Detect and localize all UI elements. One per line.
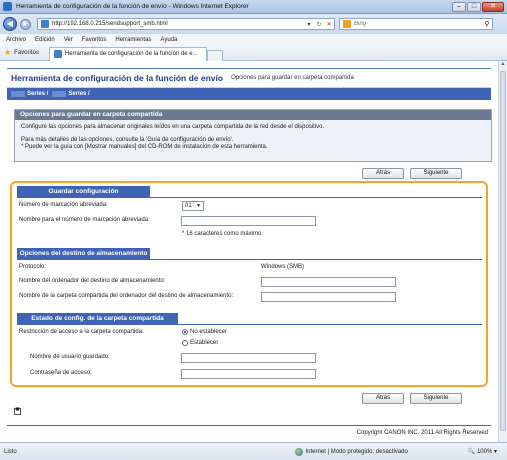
security-zone[interactable]: Internet | Modo protegido: desactivado <box>294 447 408 456</box>
menu-ayuda[interactable]: Ayuda <box>160 37 177 43</box>
dropdown-icon[interactable]: ▾ <box>304 21 314 28</box>
menu-archivo[interactable]: Archivo <box>6 37 26 43</box>
section-divider <box>17 324 482 325</box>
info-line: * Puede ver la guía con [Mostrar manuale… <box>21 144 268 150</box>
zone-text: Internet | Modo protegido: desactivado <box>305 448 408 455</box>
menu-bar: Archivo Edición Ver Favoritos Herramient… <box>0 34 507 45</box>
zoom-level[interactable]: 🔍 100% ▾ <box>468 448 497 455</box>
abbr-dial-select[interactable]: 01 ▼ <box>182 201 204 211</box>
back-nav-button[interactable]: ◀ <box>3 17 17 31</box>
next-button[interactable]: Siguiente <box>410 393 462 404</box>
vertical-scrollbar[interactable]: ▲ <box>498 61 507 442</box>
browser-tab[interactable]: Herramienta de configuración de la funci… <box>48 46 207 61</box>
favorites-button[interactable]: ★ Favoritos <box>4 48 39 57</box>
info-heading: Opciones para guardar en carpeta compart… <box>15 110 491 120</box>
page-icon <box>41 20 49 28</box>
section-divider <box>17 259 482 260</box>
access-restriction-label: Restricción de acceso a la carpeta compa… <box>19 329 144 335</box>
radio-button[interactable] <box>182 340 188 346</box>
globe-icon <box>294 447 303 456</box>
status-bar: Listo Internet | Modo protegido: desacti… <box>0 442 507 460</box>
bing-icon <box>343 20 351 28</box>
protocol-value: Windows (SMB) <box>261 264 305 270</box>
forward-nav-button[interactable]: ▶ <box>20 18 31 30</box>
page-title: Herramienta de configuración de la funci… <box>11 73 224 83</box>
scroll-thumb[interactable] <box>500 71 506 431</box>
computer-name-input[interactable] <box>261 277 396 287</box>
ie-icon <box>3 2 12 11</box>
window-title: Herramienta de configuración de la funci… <box>16 3 249 10</box>
folder-name-input[interactable] <box>261 292 396 302</box>
address-bar: ◀ ▶ http://192.168.0.215/sendsupport_smb… <box>0 14 507 34</box>
info-line: Configure las opciones para almacenar or… <box>21 124 325 130</box>
zoom-value: 100% <box>476 449 493 455</box>
series-label-2: Series / <box>68 91 90 97</box>
favorites-label: Favoritos <box>14 49 39 56</box>
abbr-name-input[interactable] <box>181 216 316 226</box>
url-field[interactable]: http://192.168.0.215/sendsupport_smb.htm… <box>37 18 335 30</box>
computer-name-label: Nombre del ordenador del destino de alma… <box>19 278 166 284</box>
page-top-icon[interactable]: ▀ <box>14 408 21 415</box>
copyright: Copyright CANON INC. 2011 All Rights Res… <box>356 430 488 436</box>
favorites-bar: ★ Favoritos Herramienta de configuración… <box>0 45 507 61</box>
radio-no-label: No establecer <box>190 329 228 335</box>
series-label-1: Series / <box>27 91 49 97</box>
page-header: Herramienta de configuración de la funci… <box>7 68 491 88</box>
password-label: Contraseña de acceso: <box>30 370 92 376</box>
back-button[interactable]: Atrás <box>362 168 404 179</box>
minimize-button[interactable]: – <box>452 1 466 12</box>
menu-herramientas[interactable]: Herramientas <box>115 37 151 43</box>
abbr-dial-label: Número de marcación abreviada: <box>19 202 108 208</box>
username-input[interactable] <box>181 353 316 363</box>
username-label: Nombre de usuario guardado: <box>30 354 110 360</box>
abbr-name-hint: * 16 caracteres como máximo <box>182 231 262 237</box>
search-input[interactable] <box>354 21 482 27</box>
radio-no-restrict[interactable]: No establecer <box>182 329 227 335</box>
refresh-icon[interactable]: ↻ <box>314 21 324 28</box>
breadcrumb: Series / Series / <box>7 88 491 100</box>
redacted-model <box>11 91 25 97</box>
radio-button[interactable] <box>182 329 188 335</box>
status-text: Listo <box>4 448 17 455</box>
password-input[interactable] <box>181 369 316 379</box>
back-button[interactable]: Atrás <box>362 393 404 404</box>
info-box: Opciones para guardar en carpeta compart… <box>14 109 492 162</box>
page-subtitle: Opciones para guardar en carpeta compart… <box>231 75 354 81</box>
radio-restrict[interactable]: Establecer <box>182 340 218 346</box>
next-button[interactable]: Siguiente <box>410 168 462 179</box>
chevron-down-icon: ▼ <box>196 203 201 209</box>
url-text[interactable]: http://192.168.0.215/sendsupport_smb.htm… <box>52 21 304 27</box>
page-icon <box>53 50 62 58</box>
abbr-dial-value: 01 <box>185 203 192 209</box>
info-line: Para más detalles de las opciones, consu… <box>21 137 234 143</box>
window-titlebar: Herramienta de configuración de la funci… <box>0 0 507 14</box>
section-divider <box>17 197 482 198</box>
search-field[interactable]: ⚲ <box>339 18 493 30</box>
close-button[interactable]: ✕ <box>482 1 504 12</box>
stop-icon[interactable]: ✕ <box>324 21 334 28</box>
settings-frame: Guardar configuración Número de marcació… <box>10 181 488 387</box>
abbr-name-label: Nombre para el número de marcación abrev… <box>19 217 150 223</box>
menu-edicion[interactable]: Edición <box>35 37 55 43</box>
maximize-button[interactable]: □ <box>467 1 481 12</box>
radio-yes-label: Establecer <box>190 340 219 346</box>
page-viewport: Herramienta de configuración de la funci… <box>0 61 498 442</box>
footer-divider <box>7 425 491 426</box>
folder-name-label: Nombre de la carpeta compartida del orde… <box>19 293 234 299</box>
search-icon[interactable]: ⚲ <box>482 20 492 28</box>
menu-favoritos[interactable]: Favoritos <box>82 37 107 43</box>
menu-ver[interactable]: Ver <box>64 37 73 43</box>
scroll-up-icon[interactable]: ▲ <box>499 61 507 70</box>
redacted-model <box>52 91 67 97</box>
star-icon: ★ <box>4 48 12 57</box>
tab-title: Herramienta de configuración de la funci… <box>64 51 198 57</box>
protocol-label: Protocolo: <box>19 264 47 270</box>
new-tab-button[interactable] <box>206 49 223 61</box>
